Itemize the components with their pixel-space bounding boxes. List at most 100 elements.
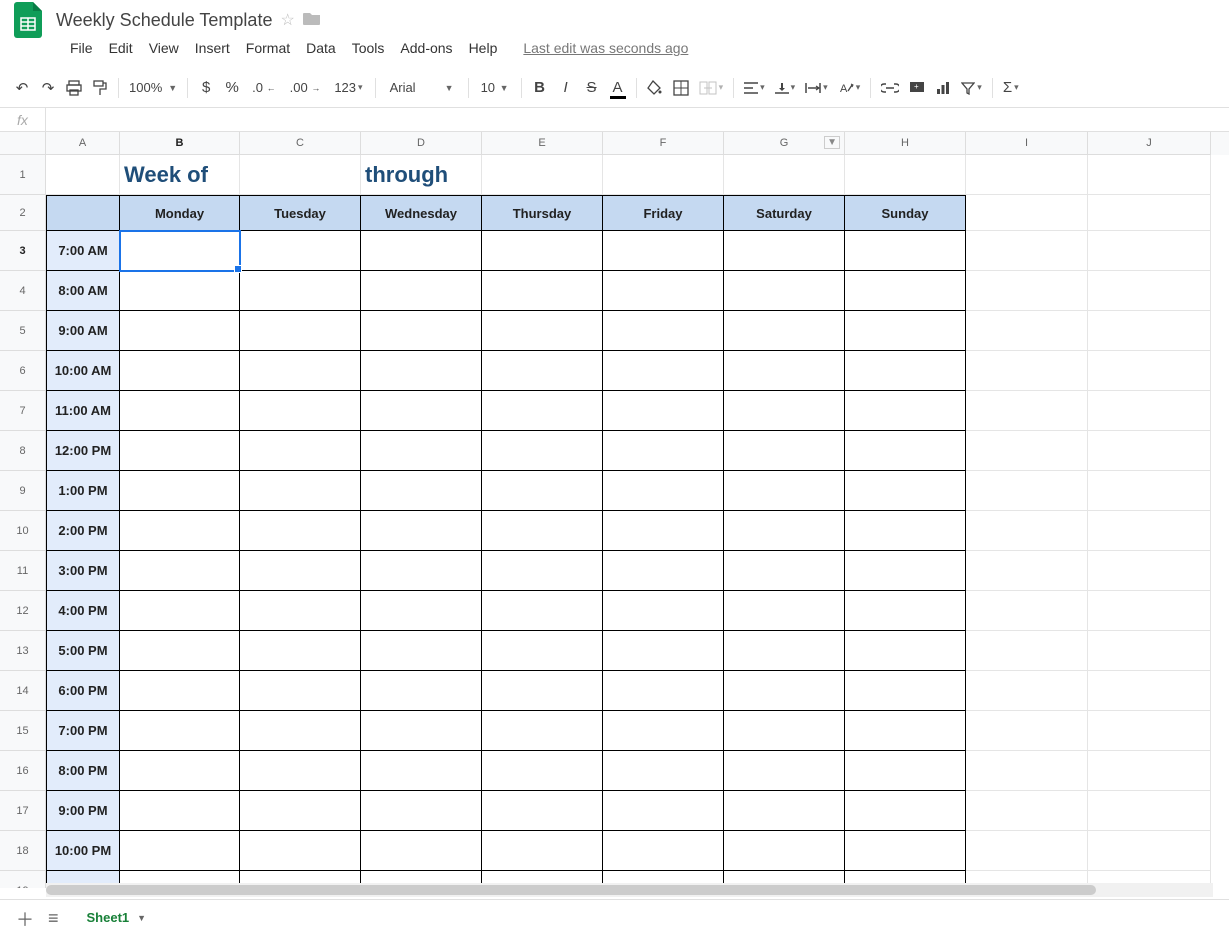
cell-B7[interactable] — [120, 391, 240, 431]
cell-J4[interactable] — [1088, 271, 1211, 311]
insert-comment-button[interactable]: + — [905, 75, 929, 101]
cell-F5[interactable] — [603, 311, 724, 351]
cell-C16[interactable] — [240, 751, 361, 791]
column-header-G[interactable]: G▼ — [724, 132, 845, 155]
day-header-saturday[interactable]: Saturday — [724, 195, 845, 231]
cell-D13[interactable] — [361, 631, 482, 671]
cell-E16[interactable] — [482, 751, 603, 791]
week-of-label[interactable]: Week of — [120, 155, 240, 195]
time-label-6[interactable]: 10:00 AM — [46, 351, 120, 391]
cell-J17[interactable] — [1088, 791, 1211, 831]
cell-I18[interactable] — [966, 831, 1088, 871]
doc-title[interactable]: Weekly Schedule Template — [56, 10, 272, 31]
cell-I16[interactable] — [966, 751, 1088, 791]
cell-D4[interactable] — [361, 271, 482, 311]
cell-H3[interactable] — [845, 231, 966, 271]
font-family-select[interactable]: Arial▼ — [382, 75, 462, 101]
cell-J12[interactable] — [1088, 591, 1211, 631]
text-rotation-button[interactable]: A▾ — [834, 75, 865, 101]
cell-G4[interactable] — [724, 271, 845, 311]
cell-F4[interactable] — [603, 271, 724, 311]
day-header-friday[interactable]: Friday — [603, 195, 724, 231]
cell-G11[interactable] — [724, 551, 845, 591]
cell-F1[interactable] — [603, 155, 724, 195]
select-all-corner[interactable] — [0, 132, 46, 155]
cell-I11[interactable] — [966, 551, 1088, 591]
cell-I7[interactable] — [966, 391, 1088, 431]
cell-I8[interactable] — [966, 431, 1088, 471]
cell-F17[interactable] — [603, 791, 724, 831]
cell-E10[interactable] — [482, 511, 603, 551]
sheet-tab[interactable]: Sheet1 ▼ — [73, 902, 161, 935]
day-header-wednesday[interactable]: Wednesday — [361, 195, 482, 231]
undo-button[interactable]: ↶ — [10, 75, 34, 101]
cell-J2[interactable] — [1088, 195, 1211, 231]
cell-B6[interactable] — [120, 351, 240, 391]
menu-tools[interactable]: Tools — [344, 36, 393, 60]
time-label-16[interactable]: 8:00 PM — [46, 751, 120, 791]
paint-format-button[interactable] — [88, 75, 112, 101]
cell-D15[interactable] — [361, 711, 482, 751]
text-color-button[interactable]: A — [606, 75, 630, 101]
cell-C8[interactable] — [240, 431, 361, 471]
row-header-6[interactable]: 6 — [0, 351, 46, 391]
time-label-7[interactable]: 11:00 AM — [46, 391, 120, 431]
cell-G18[interactable] — [724, 831, 845, 871]
format-percent-button[interactable]: % — [220, 75, 244, 101]
cell-E3[interactable] — [482, 231, 603, 271]
cell-J14[interactable] — [1088, 671, 1211, 711]
cell-D12[interactable] — [361, 591, 482, 631]
cell-C18[interactable] — [240, 831, 361, 871]
row-header-2[interactable]: 2 — [0, 195, 46, 231]
time-label-5[interactable]: 9:00 AM — [46, 311, 120, 351]
cell-I15[interactable] — [966, 711, 1088, 751]
cell-E5[interactable] — [482, 311, 603, 351]
cell-B17[interactable] — [120, 791, 240, 831]
cell-B9[interactable] — [120, 471, 240, 511]
time-label-9[interactable]: 1:00 PM — [46, 471, 120, 511]
cell-B11[interactable] — [120, 551, 240, 591]
redo-button[interactable]: ↷ — [36, 75, 60, 101]
cell-F12[interactable] — [603, 591, 724, 631]
cell-D16[interactable] — [361, 751, 482, 791]
horizontal-align-button[interactable]: ▾ — [740, 75, 769, 101]
cell-D9[interactable] — [361, 471, 482, 511]
cell-E6[interactable] — [482, 351, 603, 391]
cell-I6[interactable] — [966, 351, 1088, 391]
column-header-A[interactable]: A — [46, 132, 120, 155]
sheets-logo[interactable] — [8, 0, 48, 40]
cell-J15[interactable] — [1088, 711, 1211, 751]
row-header-15[interactable]: 15 — [0, 711, 46, 751]
cell-C3[interactable] — [240, 231, 361, 271]
cell-J11[interactable] — [1088, 551, 1211, 591]
cell-E1[interactable] — [482, 155, 603, 195]
cell-C17[interactable] — [240, 791, 361, 831]
cell-G3[interactable] — [724, 231, 845, 271]
cell-C14[interactable] — [240, 671, 361, 711]
filter-button[interactable]: ▾ — [957, 75, 986, 101]
cell-J10[interactable] — [1088, 511, 1211, 551]
cell-G9[interactable] — [724, 471, 845, 511]
cell-E11[interactable] — [482, 551, 603, 591]
cell-C7[interactable] — [240, 391, 361, 431]
cell-G14[interactable] — [724, 671, 845, 711]
cell-B5[interactable] — [120, 311, 240, 351]
day-header-sunday[interactable]: Sunday — [845, 195, 966, 231]
cell-J8[interactable] — [1088, 431, 1211, 471]
cell-D14[interactable] — [361, 671, 482, 711]
time-label-13[interactable]: 5:00 PM — [46, 631, 120, 671]
cell-H8[interactable] — [845, 431, 966, 471]
column-header-J[interactable]: J — [1088, 132, 1211, 155]
cell-H4[interactable] — [845, 271, 966, 311]
cell-H15[interactable] — [845, 711, 966, 751]
cell-H13[interactable] — [845, 631, 966, 671]
cell-E9[interactable] — [482, 471, 603, 511]
time-label-3[interactable]: 7:00 AM — [46, 231, 120, 271]
cell-F9[interactable] — [603, 471, 724, 511]
menu-edit[interactable]: Edit — [101, 36, 141, 60]
cell-H10[interactable] — [845, 511, 966, 551]
through-label[interactable]: through — [361, 155, 482, 195]
column-header-F[interactable]: F — [603, 132, 724, 155]
row-header-17[interactable]: 17 — [0, 791, 46, 831]
column-header-H[interactable]: H — [845, 132, 966, 155]
